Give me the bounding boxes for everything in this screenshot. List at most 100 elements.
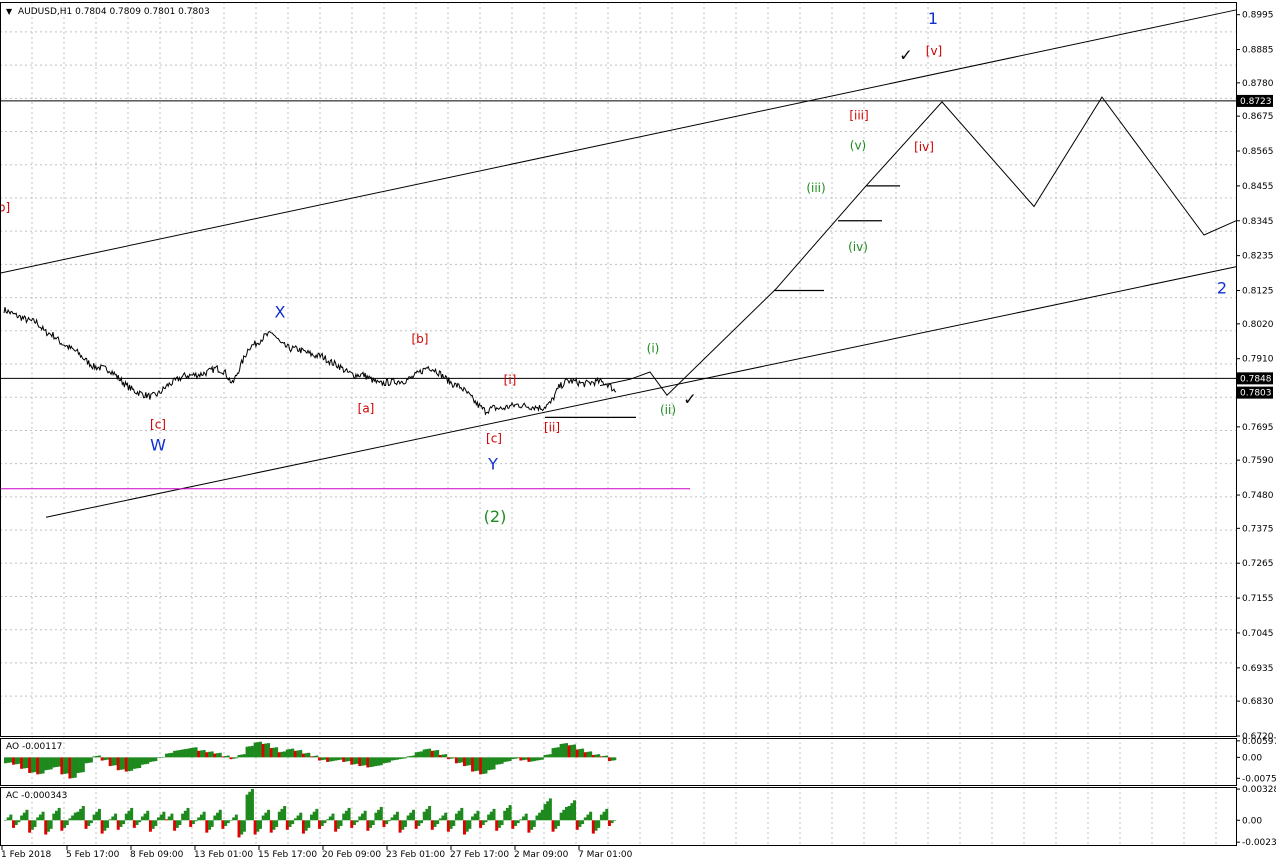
- ac-bar: [30, 820, 34, 830]
- ao-bar: [148, 757, 152, 762]
- ac-bar: [97, 808, 101, 821]
- ac-bar: [148, 820, 152, 832]
- ao-bar: [256, 742, 260, 758]
- ao-bar: [33, 757, 37, 773]
- ao-bar: [46, 757, 50, 770]
- ac-bar: [178, 820, 182, 826]
- ac-bar: [197, 817, 201, 821]
- ao-bar: [352, 757, 356, 765]
- ac-bar: [460, 807, 464, 821]
- ac-bar: [497, 820, 501, 828]
- ao-bar: [63, 757, 67, 774]
- ao-bar: [140, 757, 144, 765]
- ac-bar: [106, 820, 109, 828]
- ao-bar: [505, 757, 509, 762]
- ao-bar: [130, 757, 134, 771]
- ac-bar: [385, 820, 389, 825]
- ac-bar: [9, 814, 13, 821]
- ao-bar: [127, 757, 131, 772]
- ac-bar: [17, 820, 21, 823]
- wave-label: X: [275, 302, 286, 321]
- ao-bar: [522, 757, 526, 761]
- ao-bar: [100, 757, 104, 761]
- ac-bar: [68, 818, 72, 821]
- ao-bar: [186, 748, 190, 758]
- ao-bar: [527, 757, 531, 762]
- ao-bar: [6, 757, 10, 763]
- ao-bar: [143, 757, 147, 765]
- ao-bar: [589, 751, 593, 758]
- ao-bar: [22, 757, 26, 769]
- check-mark-icon: ✓: [683, 390, 696, 409]
- y-tick-label: 0.7265: [1242, 559, 1274, 569]
- y-tick-label: 0.8565: [1242, 147, 1274, 157]
- ac-bar: [135, 820, 139, 826]
- ac-bar: [79, 808, 83, 821]
- ac-bar: [454, 813, 458, 821]
- ao-bar: [554, 747, 558, 758]
- ac-bar: [250, 788, 254, 821]
- ao-bar: [358, 757, 362, 767]
- ac-bar: [108, 819, 112, 821]
- ao-bar: [468, 757, 472, 766]
- ac-tick-label: 0.00328: [1242, 785, 1276, 795]
- ao-bar: [487, 757, 491, 771]
- ao-bar: [594, 754, 598, 758]
- ao-bar: [565, 743, 568, 758]
- ac-bar: [441, 815, 445, 821]
- ac-bar: [605, 808, 609, 821]
- ac-bar: [538, 812, 542, 821]
- ac-bar: [543, 804, 547, 821]
- ac-bar: [173, 820, 177, 831]
- ac-bar: [452, 820, 456, 826]
- ac-bar: [522, 816, 526, 821]
- ac-bar: [57, 807, 61, 821]
- x-tick-label: 15 Feb 17:00: [258, 850, 317, 860]
- ao-bar: [299, 750, 303, 758]
- wave-label: [b]: [412, 332, 429, 346]
- ac-bar: [318, 820, 322, 829]
- ac-bar: [310, 814, 313, 821]
- ac-bar: [210, 820, 214, 827]
- ao-tick-label: 0.00597: [1242, 737, 1276, 747]
- ac-bar: [433, 820, 437, 827]
- ao-bar: [259, 741, 262, 758]
- ac-bar: [567, 806, 571, 821]
- ao-bar: [55, 757, 58, 768]
- ao-bar: [605, 755, 609, 758]
- ac-bar: [377, 809, 381, 821]
- ao-bar: [288, 749, 292, 758]
- wave-label: [iv]: [914, 140, 934, 154]
- ac-bar: [492, 808, 496, 821]
- ac-header: AC -0.000343: [6, 791, 67, 801]
- ao-bar: [315, 755, 319, 758]
- ac-bar: [234, 814, 238, 821]
- ao-bar: [591, 755, 595, 758]
- ac-bar: [28, 820, 32, 833]
- x-tick-label: 8 Feb 09:00: [130, 850, 184, 860]
- ao-bar: [14, 757, 18, 765]
- ac-bar: [76, 811, 80, 821]
- ao-bar: [586, 751, 590, 758]
- ac-bar: [422, 811, 426, 821]
- ao-bar: [532, 757, 536, 762]
- ao-bar: [484, 757, 488, 774]
- ao-bar: [65, 757, 69, 774]
- ac-bar: [508, 805, 512, 821]
- ao-bar: [122, 757, 126, 770]
- ao-bar: [441, 754, 445, 758]
- wave-label: 1: [928, 9, 938, 28]
- ac-bar: [272, 820, 276, 830]
- ac-bar: [530, 820, 534, 830]
- ac-bar: [44, 820, 48, 835]
- ac-bar: [157, 817, 160, 821]
- ac-bar: [610, 820, 614, 824]
- ac-bar: [500, 820, 504, 826]
- ao-bar: [347, 757, 351, 762]
- wave-label: (2): [484, 507, 507, 526]
- ac-bar: [473, 813, 477, 821]
- ao-bar: [9, 757, 13, 763]
- ao-bar: [597, 754, 601, 758]
- window-menu-icon[interactable]: ▼: [6, 7, 13, 16]
- ac-bar: [495, 820, 499, 831]
